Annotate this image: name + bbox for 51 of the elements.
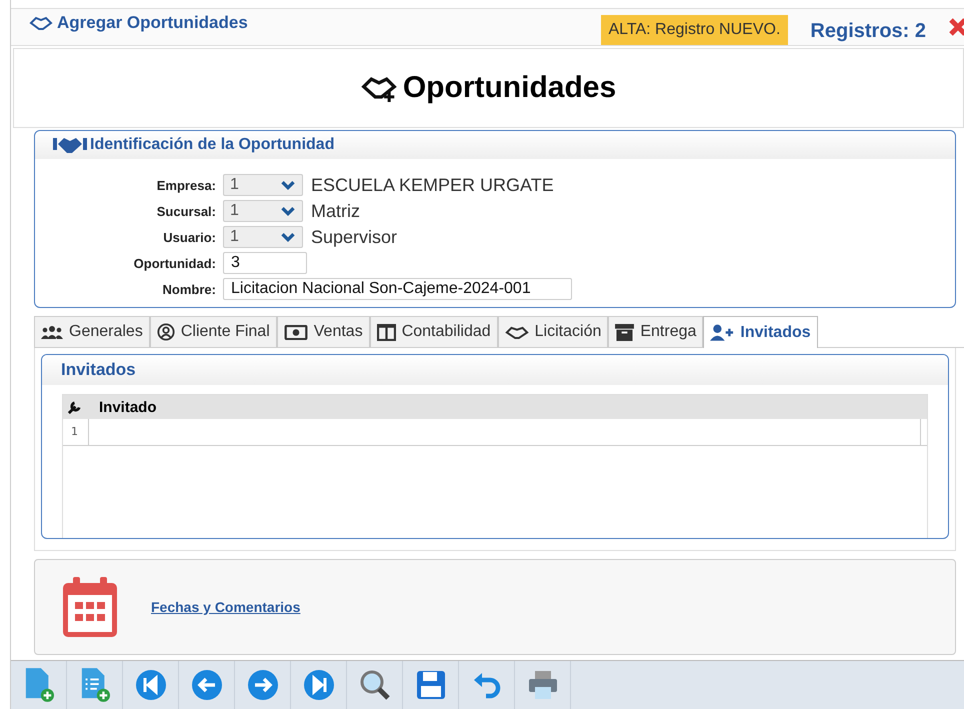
- field-label: Oportunidad:: [132, 256, 216, 270]
- user-plus-icon: [710, 324, 734, 341]
- search-icon[interactable]: [358, 669, 390, 701]
- calendar-icon[interactable]: [63, 577, 117, 637]
- column-header: Invitado: [99, 398, 157, 416]
- input-field[interactable]: Licitacion Nacional Son-Cajeme-2024-001: [223, 278, 572, 300]
- field-description: ESCUELA KEMPER URGATE: [311, 174, 554, 196]
- page-title: Oportunidades: [402, 71, 616, 105]
- tab[interactable]: Generales: [34, 316, 150, 347]
- chevron-down-icon: [280, 206, 296, 216]
- printer-icon[interactable]: [526, 669, 558, 701]
- record-count: Registros: 2: [810, 18, 926, 42]
- wrench-icon: [67, 400, 82, 414]
- field-description: Supervisor: [311, 226, 398, 248]
- field-label: Nombre:: [162, 282, 216, 296]
- skip-forward-icon[interactable]: [302, 669, 334, 701]
- panel-title: Invitados: [42, 355, 948, 385]
- tab[interactable]: Invitados: [703, 316, 818, 348]
- new-document-icon[interactable]: [24, 668, 54, 702]
- undo-icon[interactable]: [472, 670, 502, 700]
- tab[interactable]: Cliente Final: [150, 316, 277, 347]
- row-number: 1: [63, 419, 89, 445]
- tab[interactable]: Entrega: [608, 316, 704, 347]
- arrow-right-icon[interactable]: [246, 669, 278, 701]
- skip-back-icon[interactable]: [134, 669, 166, 701]
- user-circle-icon: [156, 323, 175, 341]
- panel-title: Identificación de la Oportunidad: [90, 136, 334, 154]
- banknote-icon: [284, 324, 308, 340]
- tab[interactable]: Licitación: [498, 316, 608, 347]
- tab[interactable]: Ventas: [276, 316, 370, 347]
- select-field[interactable]: 1: [223, 174, 303, 196]
- chevron-down-icon: [280, 232, 296, 242]
- arrow-left-icon[interactable]: [190, 669, 222, 701]
- archive-icon: [615, 324, 634, 340]
- save-icon[interactable]: [416, 670, 446, 700]
- chevron-down-icon: [280, 180, 296, 190]
- select-field[interactable]: 1: [223, 226, 303, 248]
- field-label: Usuario:: [162, 230, 216, 244]
- users-icon: [41, 325, 63, 339]
- field-label: Sucursal:: [156, 204, 216, 218]
- field-description: Matriz: [311, 200, 360, 222]
- new-list-icon[interactable]: [80, 668, 110, 702]
- window-title: Agregar Oportunidades: [11, 13, 600, 33]
- select-field[interactable]: 1: [223, 200, 303, 222]
- input-field[interactable]: 3: [223, 252, 307, 274]
- mode-badge: ALTA: Registro NUEVO.: [600, 15, 788, 45]
- dates-comments-link[interactable]: Fechas y Comentarios: [151, 599, 300, 615]
- close-icon[interactable]: [948, 17, 964, 37]
- columns-icon: [376, 324, 396, 340]
- tab[interactable]: Contabilidad: [370, 316, 498, 347]
- field-label: Empresa:: [156, 178, 216, 192]
